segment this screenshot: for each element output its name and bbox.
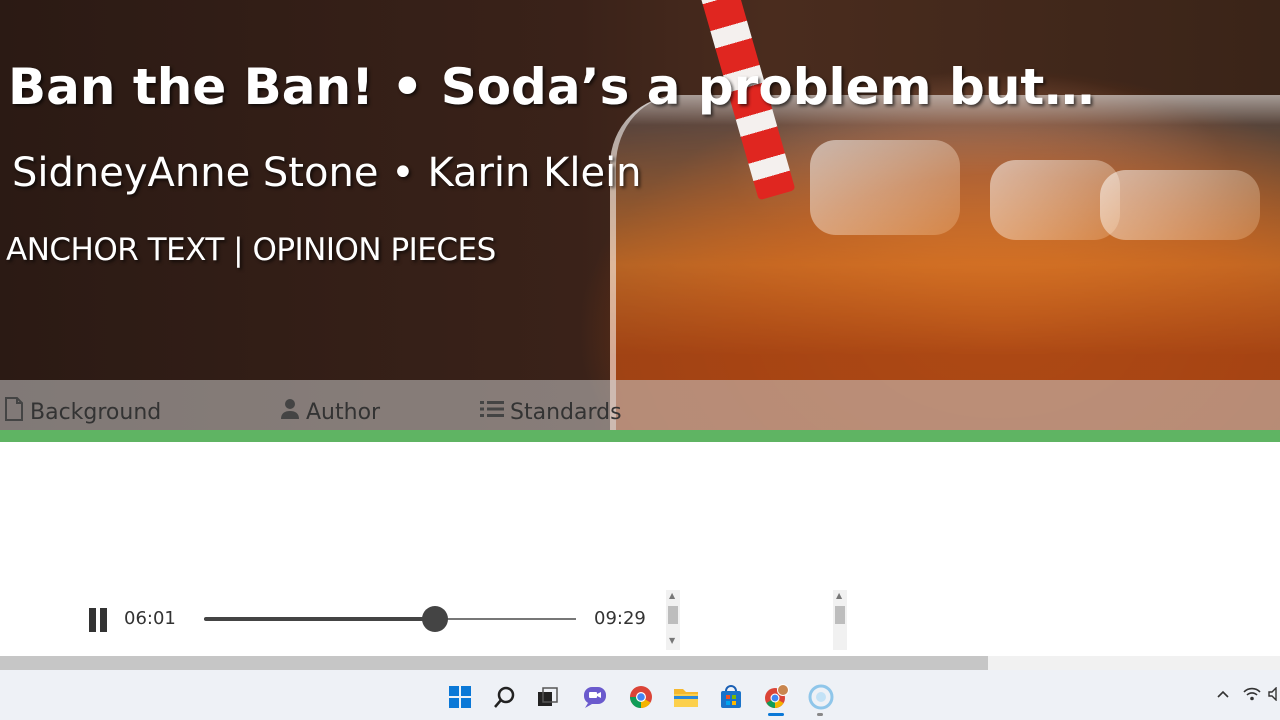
task-view-icon[interactable] bbox=[535, 684, 561, 710]
wifi-icon[interactable] bbox=[1243, 686, 1261, 705]
tab-background[interactable]: Background bbox=[4, 395, 161, 429]
page-title: Ban the Ban! • Soda’s a problem but… bbox=[8, 58, 1095, 116]
vertical-scrollbar[interactable]: ▲ bbox=[833, 590, 847, 650]
horizontal-scrollbar[interactable] bbox=[0, 656, 1280, 670]
duration-time: 09:29 bbox=[594, 608, 646, 629]
windows-start-icon[interactable] bbox=[447, 684, 473, 710]
scroll-up-icon[interactable]: ▲ bbox=[836, 591, 842, 600]
ice-cube bbox=[810, 140, 960, 235]
ice-cube bbox=[1100, 170, 1260, 240]
chat-icon[interactable] bbox=[582, 684, 608, 710]
tab-standards[interactable]: Standards bbox=[480, 395, 622, 429]
scroll-thumb[interactable] bbox=[835, 606, 845, 624]
authors-line: SidneyAnne Stone • Karin Klein bbox=[12, 150, 642, 196]
cortana-icon[interactable] bbox=[808, 684, 834, 710]
scroll-up-icon[interactable]: ▲ bbox=[669, 591, 675, 600]
speaker-icon[interactable] bbox=[1268, 686, 1280, 705]
tab-author[interactable]: Author bbox=[280, 395, 380, 429]
accent-divider bbox=[0, 430, 1280, 442]
audio-player: 06:01 09:29 bbox=[0, 588, 680, 650]
tab-label: Author bbox=[306, 399, 381, 425]
current-time: 06:01 bbox=[124, 608, 176, 629]
pause-icon[interactable] bbox=[88, 608, 108, 632]
file-explorer-icon[interactable] bbox=[673, 684, 699, 710]
tab-bar bbox=[0, 380, 1280, 430]
section-label: ANCHOR TEXT | OPINION PIECES bbox=[6, 232, 496, 268]
hero-banner: Ban the Ban! • Soda’s a problem but… Sid… bbox=[0, 0, 1280, 430]
vertical-scrollbar[interactable]: ▲ ▼ bbox=[666, 590, 680, 650]
seek-handle[interactable] bbox=[422, 606, 448, 632]
person-icon bbox=[280, 398, 300, 426]
search-icon[interactable] bbox=[492, 684, 518, 710]
horizontal-scroll-thumb[interactable] bbox=[0, 656, 988, 670]
chrome-icon[interactable] bbox=[628, 684, 654, 710]
tab-label: Background bbox=[30, 399, 162, 425]
seek-slider[interactable] bbox=[204, 606, 576, 632]
store-icon[interactable] bbox=[718, 684, 744, 710]
active-app-indicator bbox=[768, 713, 784, 716]
running-app-indicator bbox=[817, 713, 823, 716]
chevron-up-icon[interactable] bbox=[1216, 686, 1230, 705]
scroll-thumb[interactable] bbox=[668, 606, 678, 624]
list-icon bbox=[480, 399, 504, 425]
document-icon bbox=[4, 397, 24, 427]
tab-label: Standards bbox=[510, 399, 622, 425]
seek-progress bbox=[204, 617, 435, 621]
scroll-down-icon[interactable]: ▼ bbox=[669, 636, 675, 645]
chrome-profile-icon[interactable] bbox=[763, 684, 789, 710]
